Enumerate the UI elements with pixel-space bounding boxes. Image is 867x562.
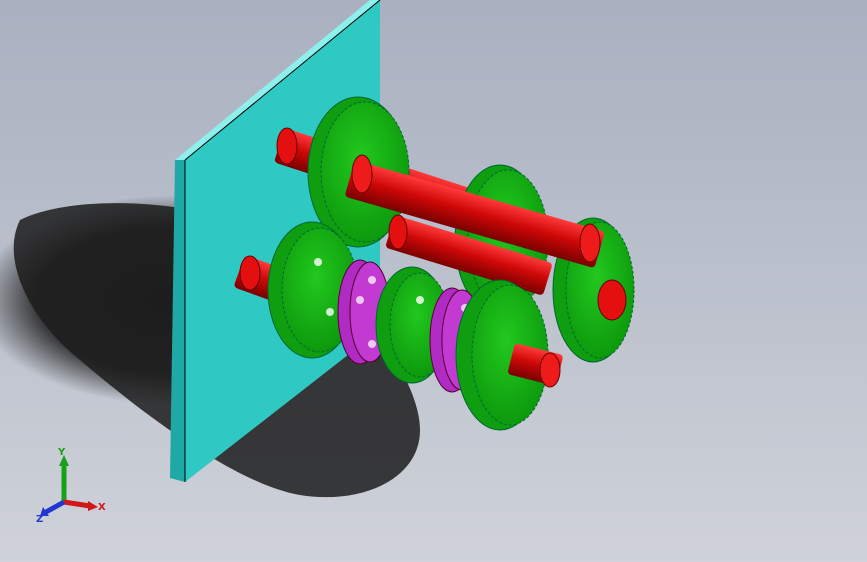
coordinate-triad[interactable]: X Y Z [34,446,114,526]
z-axis-label: Z [36,514,43,525]
y-axis-arrow [59,455,69,502]
x-axis-arrow [63,499,98,511]
z-axis-arrow [40,499,66,516]
graphics-viewport[interactable]: X Y Z [0,0,867,562]
3d-model-scene[interactable] [0,0,867,562]
x-axis-label: X [98,502,106,513]
y-axis-label: Y [57,447,66,458]
